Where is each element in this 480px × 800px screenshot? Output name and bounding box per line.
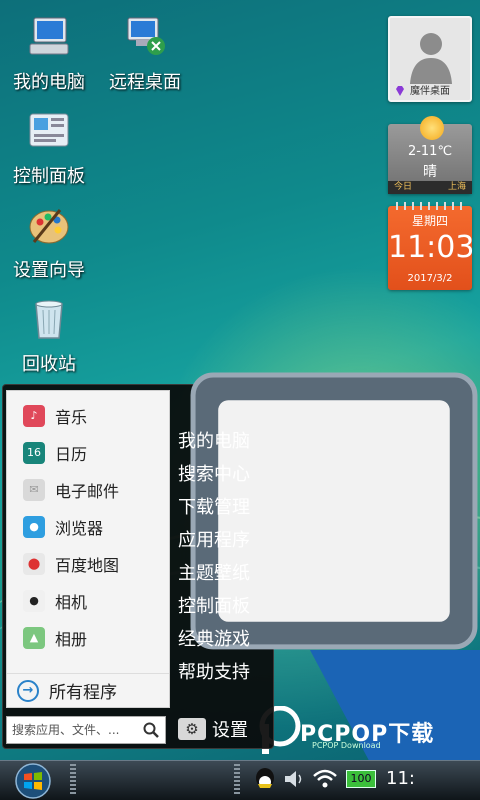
menu-link-download-manager[interactable]: 下载管理 (178, 491, 268, 524)
weather-temperature: 2-11℃ (407, 144, 453, 159)
desktop-icon-setup-wizard[interactable]: 设置向导 (4, 202, 94, 282)
recycle-bin-icon (35, 300, 63, 339)
control-panel-icon (29, 113, 69, 147)
app-item-email[interactable]: ✉ 电子邮件 (7, 471, 169, 508)
avatar-widget[interactable]: 魔伴桌面 (388, 16, 472, 102)
weather-widget[interactable]: 2-11℃ 晴 今日 上海 (388, 116, 472, 194)
app-label: 音乐 (55, 407, 88, 427)
desktop-icon-remote-desktop[interactable]: 远程桌面 (100, 14, 190, 94)
app-item-camera[interactable]: ● 相机 (7, 582, 169, 619)
camera-icon: ● (23, 589, 45, 612)
menu-link-my-computer[interactable]: 我的电脑 (178, 425, 268, 458)
taskbar-clock[interactable]: 11: (386, 768, 415, 789)
app-item-music[interactable]: ♪ 音乐 (7, 397, 169, 434)
gear-icon: ⚙ (178, 718, 206, 740)
menu-link-search-center[interactable]: 搜索中心 (178, 458, 268, 491)
arrow-right-icon: → (17, 679, 39, 702)
calendar-icon: 16 (23, 441, 45, 464)
search-input[interactable]: 搜索应用、文件、... (6, 716, 166, 744)
weather-city: 上海 (447, 182, 466, 192)
menu-link-control-panel[interactable]: 控制面板 (178, 590, 268, 623)
qq-icon[interactable] (252, 766, 278, 792)
menu-link-applications[interactable]: 应用程序 (178, 524, 268, 557)
desktop-icon-label: 回收站 (22, 354, 76, 375)
app-item-browser[interactable]: ● 浏览器 (7, 508, 169, 545)
setup-wizard-icon (29, 209, 69, 244)
desktop-icon-control-panel[interactable]: 控制面板 (4, 108, 94, 188)
desktop-icon-label: 远程桌面 (109, 72, 181, 93)
map-icon: ⬤ (23, 552, 45, 575)
volume-icon[interactable] (282, 768, 304, 790)
app-label: 浏览器 (55, 518, 104, 538)
menu-link-themes[interactable]: 主题壁纸 (178, 557, 268, 590)
desktop-icon-recycle-bin[interactable]: 回收站 (4, 296, 94, 376)
avatar-name: 魔伴桌面 (410, 86, 450, 97)
sun-icon (420, 116, 444, 140)
desktop-icon-label: 设置向导 (13, 260, 85, 281)
taskbar-grip[interactable] (234, 764, 240, 796)
app-label: 电子邮件 (55, 481, 120, 501)
settings-button[interactable]: ⚙ 设置 (178, 716, 248, 742)
all-programs-label: 所有程序 (49, 683, 117, 703)
desktop-icon-label: 控制面板 (13, 166, 85, 187)
browser-icon: ● (23, 515, 45, 538)
all-programs-button[interactable]: → 所有程序 (7, 673, 169, 707)
app-label: 日历 (55, 444, 88, 464)
desktop-icon-label: 我的电脑 (13, 72, 85, 93)
start-menu-links: 我的电脑 搜索中心 下载管理 应用程序 主题壁纸 控制面板 经典游戏 帮助支持 (178, 425, 268, 689)
clock-date: 2017/3/2 (407, 273, 453, 284)
gallery-icon: ▲ (23, 626, 45, 649)
app-item-calendar[interactable]: 16 日历 (7, 434, 169, 471)
user-silhouette-icon (410, 33, 452, 84)
desktop-icon-my-computer[interactable]: 我的电脑 (4, 14, 94, 94)
taskbar-grip[interactable] (70, 764, 76, 796)
weather-day: 今日 (394, 182, 413, 192)
app-item-map[interactable]: ⬤ 百度地图 (7, 545, 169, 582)
battery-indicator: 100 (346, 770, 376, 788)
menu-link-help[interactable]: 帮助支持 (178, 656, 268, 689)
app-label: 相机 (55, 592, 88, 612)
app-label: 相册 (55, 629, 88, 649)
calendar-rings (396, 202, 464, 210)
wifi-icon[interactable] (312, 768, 338, 790)
watermark-subtitle: PCPOP Download (312, 741, 381, 750)
email-icon: ✉ (23, 478, 45, 501)
weather-condition: 晴 (423, 164, 437, 180)
clock-time: 11:03 (388, 230, 475, 265)
app-label: 百度地图 (55, 555, 120, 575)
search-placeholder: 搜索应用、文件、... (12, 723, 120, 737)
search-icon[interactable] (143, 722, 159, 738)
remote-desktop-icon (127, 17, 165, 55)
settings-label: 设置 (212, 720, 248, 741)
app-item-gallery[interactable]: ▲ 相册 (7, 619, 169, 656)
menu-link-classic-games[interactable]: 经典游戏 (178, 623, 268, 656)
clock-weekday: 星期四 (411, 214, 448, 228)
music-icon: ♪ (23, 404, 45, 427)
app-list: ♪ 音乐 16 日历 ✉ 电子邮件 ● 浏览器 ⬤ 百度地图 ● 相机 ▲ 相册… (6, 390, 170, 708)
weather-footer: 今日 上海 (388, 181, 472, 194)
clock-widget[interactable]: 星期四 11:03 2017/3/2 (388, 202, 475, 290)
start-orb-icon[interactable] (10, 762, 56, 800)
computer-icon (29, 17, 69, 55)
